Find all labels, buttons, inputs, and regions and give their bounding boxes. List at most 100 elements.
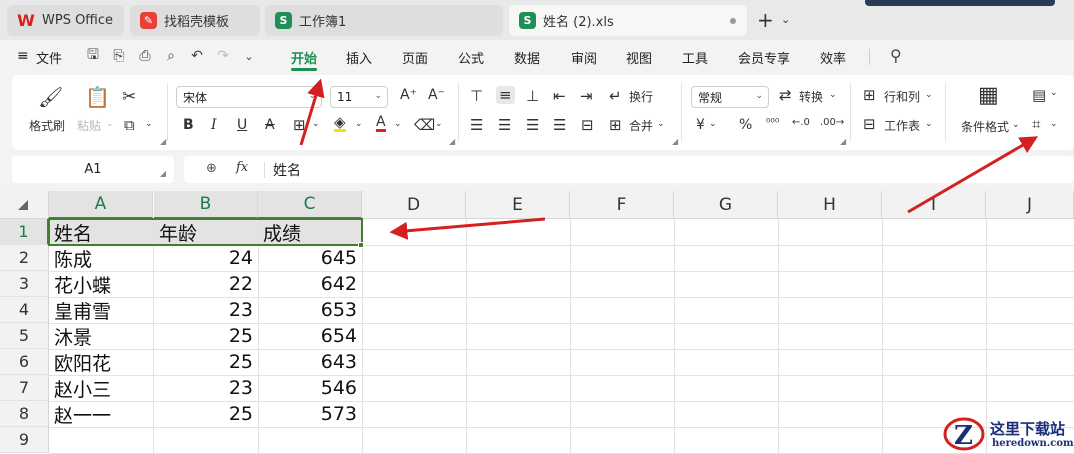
export-icon[interactable]: ⎘ <box>110 47 128 65</box>
undo-icon[interactable]: ↶ <box>188 47 206 65</box>
merge-cells-icon[interactable]: ⊞ <box>609 116 622 134</box>
thousands-separator-icon[interactable]: ⁰⁰⁰ <box>766 116 779 129</box>
cell-c7[interactable]: 546 <box>258 375 362 401</box>
align-right-icon[interactable]: ☰ <box>526 116 539 134</box>
chevron-down-icon[interactable]: ◢ <box>160 169 166 178</box>
align-center-icon[interactable]: ☰ <box>498 116 511 134</box>
decrease-indent-icon[interactable]: ⇤ <box>553 87 566 105</box>
new-tab-plus-icon[interactable]: + <box>757 8 774 32</box>
paste-button[interactable]: 粘贴 <box>77 117 101 134</box>
font-name-select[interactable]: 宋体 ⌄ <box>176 86 322 108</box>
column-header-h[interactable]: H <box>778 191 882 219</box>
underline-button[interactable]: U <box>237 117 247 133</box>
menu-tab-page[interactable]: 页面 <box>402 48 428 67</box>
tab-docer-templates[interactable]: ✎ 找稻壳模板 <box>130 5 260 36</box>
rows-columns-button[interactable]: 行和列 <box>884 88 920 105</box>
column-header-a[interactable]: A <box>49 191 153 219</box>
row-header-4[interactable]: 4 <box>0 297 49 323</box>
chevron-down-icon[interactable]: ⌄ <box>145 119 153 129</box>
border-icon[interactable]: ⊞ <box>293 116 306 134</box>
column-header-e[interactable]: E <box>466 191 570 219</box>
cell-b3[interactable]: 22 <box>154 271 258 297</box>
increase-decimal-icon[interactable]: ←.0 <box>792 117 810 128</box>
chevron-down-icon[interactable]: ⌄ <box>394 119 402 129</box>
formula-input[interactable]: 姓名 <box>273 160 301 180</box>
convert-button[interactable]: 转换 <box>799 88 823 105</box>
cell-b5[interactable]: 25 <box>154 323 258 349</box>
format-painter-button[interactable]: 格式刷 <box>29 117 65 134</box>
print-icon[interactable]: ⎙ <box>136 47 154 65</box>
clear-format-icon[interactable]: ⌫ <box>414 116 435 134</box>
align-left-icon[interactable]: ☰ <box>470 116 483 134</box>
chevron-down-icon[interactable]: ⌄ <box>106 119 114 129</box>
decrease-decimal-icon[interactable]: .00→ <box>820 117 844 128</box>
menu-tab-tools[interactable]: 工具 <box>682 48 708 67</box>
cell-b8[interactable]: 25 <box>154 401 258 427</box>
wrap-text-icon[interactable]: ↵ <box>609 87 622 105</box>
justify-icon[interactable]: ☰ <box>553 116 566 134</box>
number-format-select[interactable]: 常规 ⌄ <box>691 86 769 108</box>
group-expand-icon[interactable]: ◢ <box>449 137 455 146</box>
menu-tab-review[interactable]: 审阅 <box>571 48 597 67</box>
cell-c8[interactable]: 573 <box>258 401 362 427</box>
row-header-3[interactable]: 3 <box>0 271 49 297</box>
align-top-icon[interactable]: ⊤ <box>470 87 483 105</box>
cell-c3[interactable]: 642 <box>258 271 362 297</box>
redo-icon[interactable]: ↷ <box>214 47 232 65</box>
cell-a3[interactable]: 花小蝶 <box>49 271 153 297</box>
tab-workbook1[interactable]: S 工作簿1 <box>265 5 503 36</box>
column-header-i[interactable]: I <box>882 191 986 219</box>
worksheet-button[interactable]: 工作表 <box>884 117 920 134</box>
rows-columns-icon[interactable]: ⊞ <box>863 86 876 104</box>
account-button[interactable] <box>865 0 1055 6</box>
menu-tab-formula[interactable]: 公式 <box>458 48 484 67</box>
copy-icon[interactable]: ⧉ <box>124 116 135 134</box>
cell-style-icon[interactable]: ▤ <box>1032 86 1046 104</box>
name-box[interactable]: A1 ◢ <box>12 156 174 183</box>
increase-indent-icon[interactable]: ⇥ <box>580 87 593 105</box>
align-middle-icon[interactable]: ≡ <box>496 86 515 104</box>
menu-tab-view[interactable]: 视图 <box>626 48 652 67</box>
fill-handle[interactable] <box>358 242 364 248</box>
conditional-format-icon[interactable]: ▦ <box>978 83 999 108</box>
convert-icon[interactable]: ⇄ <box>779 86 792 104</box>
cell-c2[interactable]: 645 <box>258 245 362 271</box>
row-header-9[interactable]: 9 <box>0 427 49 453</box>
distribute-icon[interactable]: ⊟ <box>581 116 594 134</box>
strikethrough-button[interactable]: A <box>265 117 275 133</box>
row-header-7[interactable]: 7 <box>0 375 49 401</box>
group-expand-icon[interactable]: ◢ <box>840 137 846 146</box>
cell-a8[interactable]: 赵一一 <box>49 401 153 427</box>
spreadsheet-grid[interactable]: ABCDEFGHIJ 123456789 姓名 年龄 成绩 陈成 24 645 花小蝶 22 6… <box>0 191 1074 454</box>
zoom-icon[interactable]: ⊕ <box>206 161 217 176</box>
chevron-down-icon[interactable]: ⌄ <box>240 47 258 65</box>
merge-cells-button[interactable]: 合并 <box>629 117 653 134</box>
row-header-8[interactable]: 8 <box>0 401 49 427</box>
print-preview-icon[interactable]: ⌕ <box>162 47 180 65</box>
align-bottom-icon[interactable]: ⊥ <box>526 87 539 105</box>
column-header-g[interactable]: G <box>674 191 778 219</box>
worksheet-icon[interactable]: ⊟ <box>863 115 876 133</box>
insert-function-button[interactable]: fx <box>236 160 248 175</box>
italic-button[interactable]: I <box>211 117 217 133</box>
group-expand-icon[interactable]: ◢ <box>160 137 166 146</box>
row-header-5[interactable]: 5 <box>0 323 49 349</box>
cell-b6[interactable]: 25 <box>154 349 258 375</box>
cell-a5[interactable]: 沐景 <box>49 323 153 349</box>
tab-wps-office[interactable]: W WPS Office <box>7 5 124 36</box>
bold-button[interactable]: B <box>183 117 194 133</box>
chevron-down-icon[interactable]: ⌄ <box>829 90 837 100</box>
paste-icon[interactable]: 📋 <box>85 85 110 109</box>
format-painter-icon[interactable]: 🖌 <box>38 85 63 109</box>
cell-b2[interactable]: 24 <box>154 245 258 271</box>
fill-color-icon[interactable]: ◈ <box>334 115 346 132</box>
currency-button[interactable]: ¥ <box>696 117 705 133</box>
increase-font-icon[interactable]: A⁺ <box>400 87 417 103</box>
chevron-down-icon[interactable]: ⌄ <box>1012 120 1020 130</box>
decrease-font-icon[interactable]: A⁻ <box>428 87 445 103</box>
wrap-text-button[interactable]: 换行 <box>629 88 653 105</box>
conditional-format-button[interactable]: 条件格式 <box>961 118 1009 135</box>
chevron-down-icon[interactable]: ⌄ <box>925 90 933 100</box>
cut-icon[interactable]: ✂ <box>122 87 136 107</box>
tab-active-file[interactable]: S 姓名 (2).xls <box>509 5 747 36</box>
